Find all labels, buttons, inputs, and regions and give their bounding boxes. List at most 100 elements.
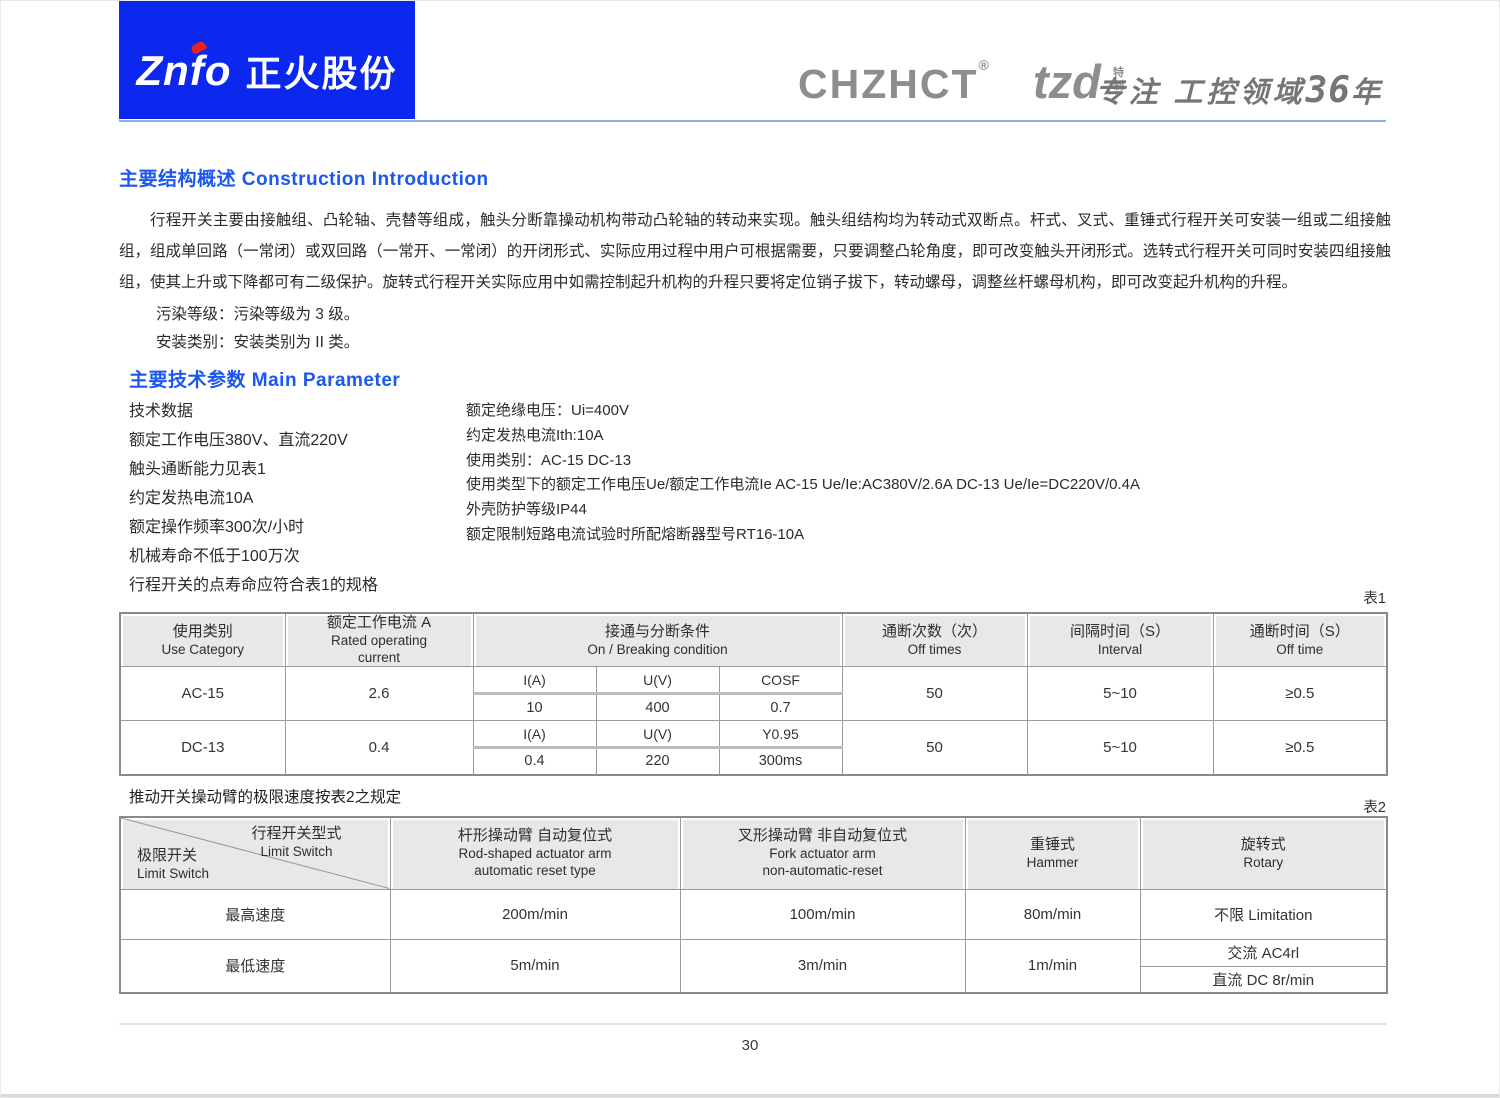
cell-sub-head: U(V) [595,666,720,695]
cell-rotary-ac: 交流 AC4rl [1139,938,1388,967]
installation-category-note: 安装类别：安装类别为 II 类。 [156,334,360,351]
header-cn: 接通与分断条件 [605,622,711,640]
parameter-item: 使用类别：AC-15 DC-13 [466,451,632,469]
header-en: Hammer [1026,854,1079,870]
cell-sub-head: COSF [718,666,843,695]
cell-rod-speed: 5m/min [389,938,681,994]
col-header-hammer: 重锤式 Hammer [964,816,1141,890]
cell-rod-speed: 200m/min [389,888,681,940]
parameter-item: 额定限制短路电流试验时所配熔断器型号RT16-10A [466,525,805,543]
header-en: Use Category [161,641,245,657]
cell-current: 0.4 [284,720,474,775]
section-title-construction: 主要结构概述 Construction Introduction [119,169,489,190]
cell-sub-val: 400 [595,693,720,721]
header-en: non-automatic-reset [762,863,883,879]
cell-off-time: ≥0.5 [1212,720,1388,775]
parameter-item: 机械寿命不低于100万次 [129,548,300,565]
pollution-grade-note: 污染等级：污染等级为 3 级。 [156,306,360,323]
table2-label: 表2 [1363,800,1386,816]
col-header-rod-arm: 杆形操动臂 自动复位式 Rod-shaped actuator arm auto… [389,816,681,890]
slogan-suffix: 年 [1350,77,1384,109]
cell-current: 2.6 [284,666,474,721]
table2-header-row: 行程开关型式 Limit Switch 极限开关 Limit Switch 杆形… [119,816,1388,890]
cell-sub-head: U(V) [595,720,720,749]
cell-hammer-speed: 80m/min [964,888,1141,940]
table1-label: 表1 [1363,591,1386,607]
table-row: 最高速度 200m/min 100m/min 80m/min 不限 Limita… [119,888,1388,940]
header-en: Limit Switch [137,865,210,881]
cell-rotary-dc: 直流 DC 8r/min [1139,965,1388,994]
col-header-off-times: 通断次数（次） Off times [841,612,1028,667]
header-en: Off time [1276,641,1324,657]
cell-category: AC-15 [119,666,286,721]
catalog-page: Znfo 正火股份 CHZHCT® tzd 特制 专注 工控领域36年 主要结构… [0,0,1500,1098]
parameter-item: 额定操作频率300次/小时 [129,519,305,536]
cell-off-time: ≥0.5 [1212,666,1388,721]
header-cn: 通断次数（次） [882,622,988,640]
brand-wordmark: CHZHCT® [798,57,991,108]
table1: 使用类别 Use Category 额定工作电流 A Rated operati… [119,612,1389,776]
header-divider [119,120,1386,122]
logo-chinese-text: 正火股份 [245,53,398,94]
header-en: Fork actuator arm [769,846,876,862]
cell-hammer-speed: 1m/min [964,938,1141,994]
cell-sub-head: I(A) [472,720,597,749]
logo-latin-text: Znfo [136,40,232,95]
slogan-prefix: 专注 工控领域 [1095,77,1306,109]
col-header-off-time: 通断时间（S） Off time [1212,612,1388,667]
table1-breaking-capacity: 使用类别 Use Category 额定工作电流 A Rated operati… [119,612,1389,776]
col-header-breaking-condition: 接通与分断条件 On / Breaking condition [472,612,843,667]
table-row: DC-13 0.4 I(A) U(V) Y0.95 50 5~10 ≥0.5 [119,720,1388,775]
construction-paragraph: 行程开关主要由接触组、凸轮轴、壳替等组成，触头分断靠操动机构带动凸轮轴的转动来实… [119,212,1391,291]
brand-name-text: CHZHCT [798,61,979,107]
header-cn: 使用类别 [172,622,233,640]
corner-bottom-label: 极限开关 Limit Switch [137,847,209,882]
header-cn: 通断时间（S） [1249,622,1350,640]
parameter-item: 约定发热电流10A [129,490,254,507]
parameter-item: 触头通断能力见表1 [129,461,266,478]
cell-sub-val: 0.4 [472,747,597,775]
col-header-fork-arm: 叉形操动臂 非自动复位式 Fork actuator arm non-autom… [679,816,966,890]
cell-rotary-speed: 不限 Limitation [1139,888,1388,940]
header-cn: 额定工作电流 A [326,614,432,631]
parameter-list-right: 额定绝缘电压：Ui=400V 约定发热电流Ith:10A 使用类别：AC-15 … [466,399,1140,548]
header-cn: 重锤式 [1029,835,1075,853]
corner-header-cell: 行程开关型式 Limit Switch 极限开关 Limit Switch [119,816,391,890]
header-cn: 行程开关型式 [251,825,342,842]
cell-sub-head: I(A) [472,666,597,695]
cell-sub-val: 300ms [718,747,843,775]
parameter-item: 使用类型下的额定工作电压Ue/额定工作电流Ie AC-15 Ue/Ie:AC38… [466,476,1140,494]
cell-category: DC-13 [119,720,286,775]
cell-speed-label: 最高速度 [119,888,391,940]
parameter-item: 外壳防护等级IP44 [466,501,587,519]
table2: 行程开关型式 Limit Switch 极限开关 Limit Switch 杆形… [119,816,1388,994]
cell-fork-speed: 3m/min [679,938,966,994]
header-en: Limit Switch [260,844,333,859]
cell-fork-speed: 100m/min [679,888,966,940]
registered-mark-icon: ® [978,57,991,73]
header-en: Off times [907,641,962,657]
brand-slogan: 专注 工控领域36年 [1096,69,1384,111]
col-header-rotary: 旋转式 Rotary [1139,816,1388,890]
corner-top-label: 行程开关型式 Limit Switch [251,825,341,860]
logo-wordmark: Znfo [136,47,232,94]
cell-sub-val: 0.7 [718,693,843,721]
parameter-item: 约定发热电流Ith:10A [466,426,604,444]
col-header-interval: 间隔时间（S） Interval [1026,612,1214,667]
parameter-item: 额定工作电压380V、直流220V [129,432,348,449]
table1-header-row: 使用类别 Use Category 额定工作电流 A Rated operati… [119,612,1388,667]
slogan-years-number: 36 [1305,70,1351,111]
cell-sub-val: 10 [472,693,597,721]
col-header-use-category: 使用类别 Use Category [119,612,286,667]
header-cn: 杆形操动臂 自动复位式 [457,827,613,845]
cell-speed-label: 最低速度 [119,938,391,994]
parameter-item: 额定绝缘电压：Ui=400V [466,402,629,419]
header-en: On / Breaking condition [587,641,728,657]
col-header-rated-current: 额定工作电流 A Rated operating current [284,612,474,667]
header-cn: 间隔时间（S） [1070,622,1171,640]
footer-divider [119,1023,1386,1025]
parameter-list-left: 技术数据 额定工作电压380V、直流220V 触头通断能力见表1 约定发热电流1… [129,397,378,600]
cell-interval: 5~10 [1026,720,1214,775]
header-en: automatic reset type [474,863,596,879]
parameter-item: 技术数据 [129,403,194,420]
